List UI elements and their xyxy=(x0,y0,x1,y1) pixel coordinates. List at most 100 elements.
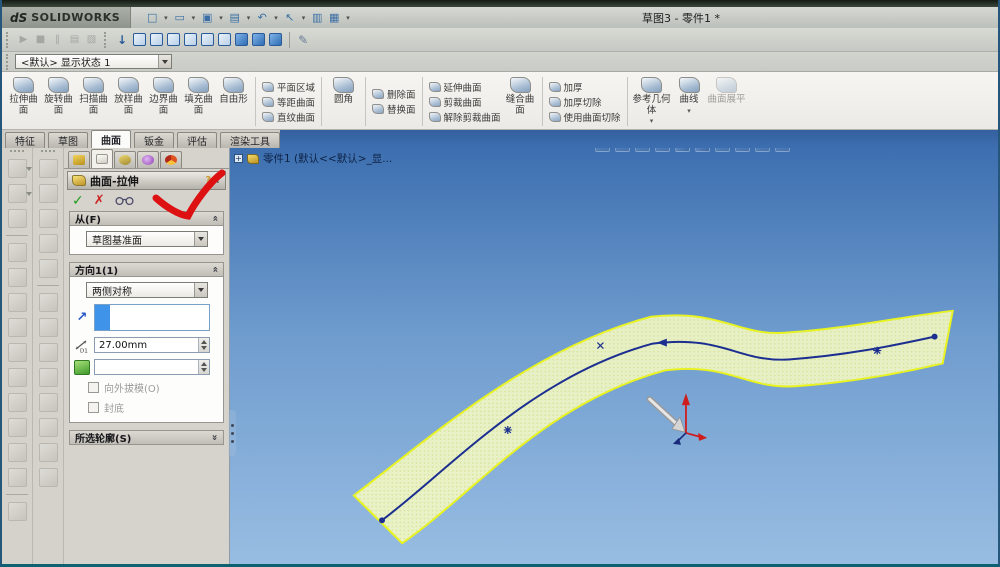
extruded-surface-preview[interactable] xyxy=(352,309,954,545)
hide-show-items-icon[interactable] xyxy=(715,148,730,152)
left-toolbar-icon[interactable] xyxy=(38,468,58,487)
left-toolbar-icon[interactable] xyxy=(38,293,58,312)
play-icon[interactable]: ▶ xyxy=(17,33,30,46)
left-toolbar-icon[interactable] xyxy=(7,343,27,362)
left-toolbar-icon[interactable] xyxy=(7,443,27,462)
spline-point-marker[interactable] xyxy=(873,346,882,355)
select-icon[interactable]: ↖ xyxy=(283,11,297,25)
left-toolbar-icon[interactable] xyxy=(38,209,58,228)
zoom-fit-icon[interactable] xyxy=(595,148,610,152)
thicken-button[interactable]: 加厚 xyxy=(547,79,585,94)
isometric-view-icon[interactable] xyxy=(235,33,249,46)
pause-icon[interactable]: ‖ xyxy=(51,33,64,46)
left-toolbar-icon[interactable] xyxy=(7,468,27,487)
view-orientation-icon[interactable] xyxy=(675,148,690,152)
expand-tree-icon[interactable]: + xyxy=(234,154,243,163)
left-toolbar-icon[interactable] xyxy=(7,159,32,178)
selected-contours-header[interactable]: 所选轮廓(S) « xyxy=(69,430,224,445)
lofted-surface-button[interactable]: 放样曲面 xyxy=(111,74,146,129)
propertymanager-tab[interactable] xyxy=(91,149,113,168)
dimetric-view-icon[interactable] xyxy=(269,33,283,46)
left-toolbar-icon[interactable] xyxy=(38,443,58,462)
left-view-icon[interactable] xyxy=(167,33,181,46)
toolbar-grip[interactable] xyxy=(104,31,107,48)
cap-end-checkbox[interactable] xyxy=(88,402,99,413)
untrim-surface-button[interactable]: 解除剪裁曲面 xyxy=(427,109,503,124)
graphics-viewport[interactable]: + 零件1 (默认<<默认>_显... xyxy=(230,148,998,564)
stop-icon[interactable]: ■ xyxy=(34,33,47,46)
from-section-header[interactable]: 从(F) « xyxy=(69,211,224,226)
direction1-section-header[interactable]: 方向1(1) « xyxy=(69,262,224,277)
dropdown-arrow-icon[interactable] xyxy=(194,232,207,246)
edit-snapshot-icon[interactable]: ▧ xyxy=(85,33,98,46)
apply-scene-icon[interactable] xyxy=(755,148,770,152)
displaymanager-tab[interactable] xyxy=(160,151,182,168)
left-toolbar-icon[interactable] xyxy=(7,268,27,287)
tab-sheet-metal[interactable]: 钣金 xyxy=(134,132,174,148)
preview-glasses-icon[interactable] xyxy=(115,195,135,206)
left-toolbar-icon[interactable] xyxy=(38,259,58,278)
section-view-icon[interactable] xyxy=(655,148,670,152)
print-icon[interactable]: ▤ xyxy=(228,11,242,25)
left-toolbar-icon[interactable] xyxy=(7,368,27,387)
toolbar-grip[interactable] xyxy=(10,150,24,152)
swept-surface-button[interactable]: 扫描曲面 xyxy=(76,74,111,129)
featuremanager-tab[interactable] xyxy=(68,151,90,168)
tab-render-tools[interactable]: 渲染工具 xyxy=(220,132,280,148)
dimxpertmanager-tab[interactable] xyxy=(137,151,159,168)
trimetric-view-icon[interactable] xyxy=(252,33,266,46)
ok-button[interactable]: ✓ xyxy=(72,193,84,209)
spline-endpoint[interactable] xyxy=(378,517,386,524)
reference-geometry-button[interactable]: 参考几何体 ▾ xyxy=(632,74,672,129)
spline-point-marker[interactable] xyxy=(503,425,512,434)
ruled-surface-button[interactable]: 直纹曲面 xyxy=(260,109,317,124)
tab-evaluate[interactable]: 评估 xyxy=(177,132,217,148)
left-toolbar-icon[interactable] xyxy=(38,368,58,387)
cancel-button[interactable]: ✗ xyxy=(94,193,105,208)
left-toolbar-icon[interactable] xyxy=(7,393,27,412)
normal-to-icon[interactable]: ↓ xyxy=(117,33,127,47)
tab-sketch[interactable]: 草图 xyxy=(48,132,88,148)
delete-face-button[interactable]: 删除面 xyxy=(370,87,418,102)
sketch-pen-icon[interactable]: ✎ xyxy=(298,33,308,47)
knit-surface-button[interactable]: 缝合曲面 xyxy=(503,74,538,129)
left-toolbar-icon[interactable] xyxy=(38,343,58,362)
left-toolbar-icon[interactable] xyxy=(7,184,32,203)
previous-view-icon[interactable] xyxy=(635,148,650,152)
left-toolbar-icon[interactable] xyxy=(38,159,58,178)
draft-angle-input[interactable] xyxy=(94,359,210,375)
front-view-icon[interactable] xyxy=(133,33,147,46)
dropdown-arrow-icon[interactable] xyxy=(194,283,207,297)
replace-face-button[interactable]: 替换面 xyxy=(370,102,418,117)
filled-surface-button[interactable]: 填充曲面 xyxy=(181,74,216,129)
bottom-view-icon[interactable] xyxy=(218,33,232,46)
offset-surface-button[interactable]: 等距曲面 xyxy=(260,94,317,109)
left-toolbar-icon[interactable] xyxy=(7,418,27,437)
top-view-icon[interactable] xyxy=(201,33,215,46)
undo-icon[interactable]: ↶ xyxy=(255,11,269,25)
edit-appearance-icon[interactable] xyxy=(735,148,750,152)
left-toolbar-icon[interactable] xyxy=(7,293,27,312)
left-toolbar-icon[interactable] xyxy=(38,418,58,437)
zoom-area-icon[interactable] xyxy=(615,148,630,152)
tab-surfaces[interactable]: 曲面 xyxy=(91,130,131,148)
tab-features[interactable]: 特征 xyxy=(5,132,45,148)
freeform-button[interactable]: 自由形 xyxy=(216,74,251,129)
new-document-icon[interactable]: □ xyxy=(145,11,159,25)
dropdown-arrow-icon[interactable] xyxy=(158,55,171,68)
rebuild-icon[interactable]: ▥ xyxy=(310,11,324,25)
left-toolbar-icon[interactable] xyxy=(38,393,58,412)
left-toolbar-icon[interactable] xyxy=(7,502,27,521)
curves-button[interactable]: 曲线 ▾ xyxy=(672,74,707,129)
start-condition-dropdown[interactable]: 草图基准面 xyxy=(86,231,208,247)
pin-icon[interactable]: ? xyxy=(205,175,211,186)
boundary-surface-button[interactable]: 边界曲面 xyxy=(146,74,181,129)
display-style-icon[interactable] xyxy=(695,148,710,152)
fillet-button[interactable]: 圆角 xyxy=(326,74,361,129)
extend-surface-button[interactable]: 延伸曲面 xyxy=(427,79,484,94)
help-icon[interactable]: ? xyxy=(215,175,221,186)
panel-splitter-handle[interactable] xyxy=(228,410,236,456)
spline-endpoint[interactable] xyxy=(931,333,938,340)
toolbar-grip[interactable] xyxy=(41,150,55,152)
toolbar-grip[interactable] xyxy=(6,53,9,70)
